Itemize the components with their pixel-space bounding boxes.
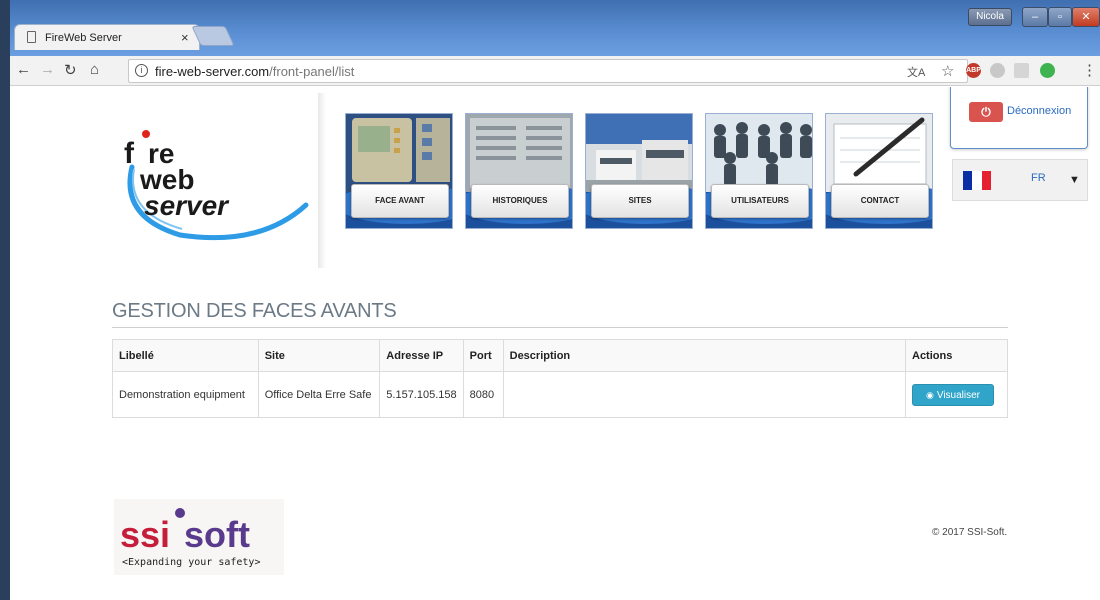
col-description: Description [502, 339, 907, 372]
col-site: Site [257, 339, 381, 372]
browser-menu-icon[interactable]: ⋮ [1082, 61, 1097, 79]
col-port: Port [462, 339, 504, 372]
nav-tile-sites[interactable]: SITES [585, 113, 693, 229]
cell-site: Office Delta Erre Safe [257, 371, 381, 418]
users-image [706, 114, 812, 192]
logout-panel: ⏻ Déconnexion [950, 87, 1088, 149]
nav-tile-contact[interactable]: CONTACT [825, 113, 933, 229]
bookmark-star-icon[interactable]: ☆ [941, 62, 954, 80]
language-code: FR [1031, 172, 1046, 184]
language-selector[interactable]: FR ▼ [952, 159, 1088, 201]
brand-soft: soft [184, 514, 250, 555]
site-info-icon[interactable]: i [135, 64, 148, 77]
history-image [466, 114, 572, 192]
fireweb-logo[interactable]: f re web server [110, 127, 310, 247]
copyright-text: © 2017 SSI-Soft. [932, 527, 1008, 538]
ssisoft-logo[interactable]: ssi soft <Expanding your safety> [114, 499, 284, 575]
title-divider [112, 327, 1008, 328]
logo-divider [318, 93, 326, 268]
col-ip: Adresse IP [379, 339, 464, 372]
nav-label[interactable]: HISTORIQUES [471, 184, 569, 218]
shield-extension-icon[interactable] [1040, 63, 1055, 78]
cell-description [502, 371, 907, 418]
url-text: fire-web-server.com/front-panel/list [155, 64, 354, 79]
cell-libelle: Demonstration equipment [112, 371, 259, 418]
home-icon[interactable]: ⌂ [90, 61, 99, 78]
view-button[interactable]: ◉ Visualiser [912, 383, 994, 406]
forward-icon[interactable]: → [40, 61, 55, 78]
nav-tile-historiques[interactable]: HISTORIQUES [465, 113, 573, 229]
flag-stripe-blue [963, 171, 973, 190]
col-libelle: Libellé [112, 339, 259, 372]
cell-actions: ◉ Visualiser [905, 371, 1008, 418]
globe-extension-icon[interactable] [990, 63, 1005, 78]
cell-port: 8080 [462, 371, 504, 418]
minimize-button[interactable]: – [1022, 7, 1048, 27]
nav-label[interactable]: FACE AVANT [351, 184, 449, 218]
french-flag-icon [963, 171, 991, 190]
page-content: f re web server FACE AVANT HISTORIQUES S… [10, 87, 1100, 600]
url-host: fire-web-server.com [155, 64, 270, 79]
tab-title: FireWeb Server [45, 32, 122, 44]
flag-stripe-white [972, 171, 982, 190]
brand-ssi: ssi [120, 514, 170, 555]
front-panels-table: Libellé Site Adresse IP Port Description… [112, 339, 1008, 418]
browser-tab[interactable]: FireWeb Server × [14, 24, 200, 50]
page-title: GESTION DES FACES AVANTS [112, 300, 397, 322]
nav-label[interactable]: UTILISATEURS [711, 184, 809, 218]
address-bar[interactable]: i fire-web-server.com/front-panel/list 文… [128, 59, 968, 83]
brand-tagline: <Expanding your safety> [122, 557, 260, 568]
tab-close-icon[interactable]: × [181, 30, 189, 45]
flag-stripe-red [981, 171, 991, 190]
back-icon[interactable]: ← [16, 61, 31, 78]
reload-icon[interactable]: ↻ [64, 61, 77, 79]
nav-tile-utilisateurs[interactable]: UTILISATEURS [705, 113, 813, 229]
table-row: Demonstration equipment Office Delta Err… [112, 371, 1008, 418]
building-image [586, 114, 692, 192]
logo-text-f: f [124, 137, 135, 170]
reader-extension-icon[interactable] [1014, 63, 1029, 78]
maximize-button[interactable]: ▫ [1048, 7, 1072, 27]
translate-icon[interactable]: 文A [907, 64, 925, 80]
view-button-label: Visualiser [936, 389, 981, 401]
caret-down-icon[interactable]: ▼ [1069, 174, 1080, 186]
close-window-button[interactable]: ✕ [1072, 7, 1100, 27]
window-user-badge[interactable]: Nicola [968, 8, 1012, 26]
browser-toolbar: ← → ↻ ⌂ i fire-web-server.com/front-pane… [10, 56, 1100, 86]
cell-ip: 5.157.105.158 [379, 371, 464, 418]
power-icon[interactable]: ⏻ [969, 102, 1003, 122]
nav-label[interactable]: SITES [591, 184, 689, 218]
logo-text-server: server [144, 190, 230, 221]
eye-icon: ◉ [925, 389, 934, 400]
table-header-row: Libellé Site Adresse IP Port Description… [112, 339, 1008, 372]
url-path: /front-panel/list [269, 64, 355, 79]
col-actions: Actions [905, 339, 1008, 372]
desktop-edge [0, 0, 10, 600]
page-icon [27, 31, 36, 43]
pen-notebook-image [826, 114, 932, 192]
nav-tile-face-avant[interactable]: FACE AVANT [345, 113, 453, 229]
logout-link[interactable]: Déconnexion [1007, 105, 1071, 117]
front-panel-image [346, 114, 452, 192]
nav-label[interactable]: CONTACT [831, 184, 929, 218]
adblock-extension-icon[interactable]: ABP [966, 63, 981, 78]
